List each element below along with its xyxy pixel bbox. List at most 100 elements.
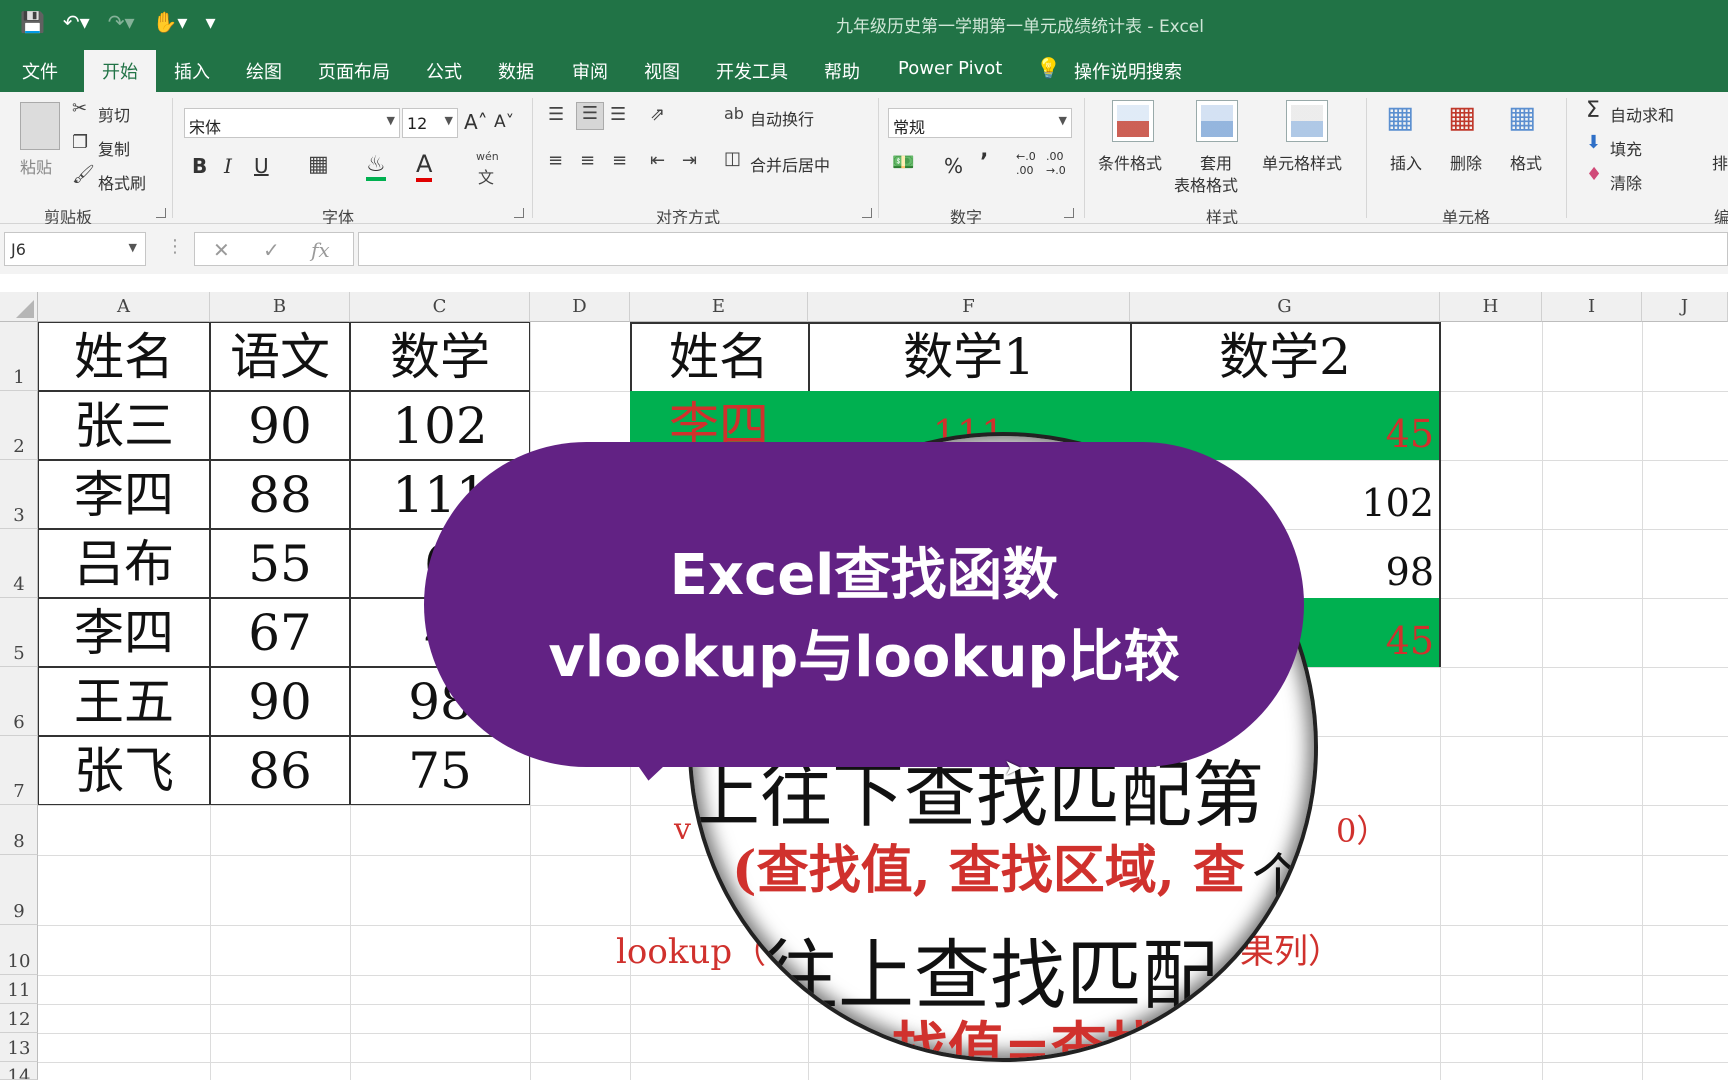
fill-color-icon[interactable]: ♨ xyxy=(366,152,386,181)
delete-cells-button[interactable]: 删除 xyxy=(1450,150,1482,174)
column-header-b[interactable]: B xyxy=(210,292,350,322)
font-color-button[interactable]: A xyxy=(416,150,433,182)
tab-data[interactable]: 数据 xyxy=(498,58,534,84)
insert-cells-button[interactable]: 插入 xyxy=(1390,150,1422,174)
fill-button[interactable]: 填充 xyxy=(1610,136,1642,160)
more-options-icon[interactable]: ⋮ xyxy=(166,236,184,257)
select-all-button[interactable] xyxy=(0,292,38,322)
percent-button[interactable]: % xyxy=(944,154,963,178)
currency-icon[interactable]: 💵 xyxy=(892,152,914,173)
number-format-select[interactable]: 常规 ▼ xyxy=(888,108,1072,138)
name-box[interactable]: J6 ▼ xyxy=(4,232,146,266)
enter-icon[interactable]: ✓ xyxy=(263,238,280,262)
column-header-a[interactable]: A xyxy=(38,292,210,322)
align-top-icon[interactable]: ☰ xyxy=(548,104,564,125)
format-as-table-label-top[interactable]: 套用 xyxy=(1200,150,1232,174)
row-header[interactable]: 11 xyxy=(0,975,38,1004)
row-header[interactable]: 3 xyxy=(0,460,38,529)
cell-f1[interactable]: 数学1 xyxy=(808,322,1130,391)
italic-button[interactable]: I xyxy=(224,154,232,178)
column-header-h[interactable]: H xyxy=(1440,292,1542,322)
column-header-f[interactable]: F xyxy=(808,292,1130,322)
align-right-icon[interactable]: ≡ xyxy=(612,150,627,171)
underline-button[interactable]: U xyxy=(254,154,269,178)
cell-g1[interactable]: 数学2 xyxy=(1130,322,1440,391)
row-header[interactable]: 5 xyxy=(0,598,38,667)
cell-styles-button[interactable]: 单元格样式 xyxy=(1262,150,1342,174)
tab-review[interactable]: 审阅 xyxy=(572,58,608,84)
tab-formulas[interactable]: 公式 xyxy=(426,58,462,84)
row-header[interactable]: 2 xyxy=(0,391,38,460)
row-header[interactable]: 8 xyxy=(0,805,38,855)
shrink-font-button[interactable]: A˅ xyxy=(494,112,514,132)
wrap-text-button[interactable]: 自动换行 xyxy=(750,106,814,130)
align-left-icon[interactable]: ≡ xyxy=(548,150,563,171)
alignment-launcher[interactable] xyxy=(862,208,872,218)
orientation-icon[interactable]: ⇗ xyxy=(650,104,665,125)
borders-icon[interactable]: ▦ xyxy=(308,152,329,177)
decrease-decimal-bottom[interactable]: →.0 xyxy=(1046,164,1066,177)
row-number: 3 xyxy=(13,505,25,526)
align-bottom-icon[interactable]: ☰ xyxy=(610,104,626,125)
phonetic-guide-button[interactable]: 文 xyxy=(478,164,494,188)
tab-draw[interactable]: 绘图 xyxy=(246,58,282,84)
font-name-select[interactable]: 宋体 ▼ xyxy=(184,108,400,138)
font-launcher[interactable] xyxy=(514,208,524,218)
conditional-formatting-button[interactable]: 条件格式 xyxy=(1098,150,1162,174)
copy-button[interactable]: 复制 xyxy=(98,136,130,160)
increase-indent-icon[interactable]: ⇥ xyxy=(682,150,697,171)
column-header-d[interactable]: D xyxy=(530,292,630,322)
formula-input[interactable] xyxy=(358,232,1728,266)
format-as-table-button[interactable]: 表格格式 xyxy=(1174,172,1238,196)
format-cells-button[interactable]: 格式 xyxy=(1510,150,1542,174)
merge-center-button[interactable]: 合并后居中 xyxy=(750,152,830,176)
sort-filter-button[interactable]: 排 xyxy=(1712,150,1728,174)
paste-icon[interactable] xyxy=(20,102,60,150)
grow-font-button[interactable]: A˄ xyxy=(464,110,488,134)
column-header-j[interactable]: J xyxy=(1642,292,1728,322)
row-header[interactable]: 12 xyxy=(0,1004,38,1033)
row-number: 5 xyxy=(13,643,25,664)
clipboard-launcher[interactable] xyxy=(156,208,166,218)
tab-developer[interactable]: 开发工具 xyxy=(716,58,788,84)
bold-button[interactable]: B xyxy=(192,154,207,178)
row-header[interactable]: 13 xyxy=(0,1033,38,1062)
row-header[interactable]: 6 xyxy=(0,667,38,736)
tab-power-pivot[interactable]: Power Pivot xyxy=(898,58,1002,79)
paste-button[interactable]: 粘贴 xyxy=(20,154,52,178)
cell-e1[interactable]: 姓名 xyxy=(630,322,808,391)
tell-me-search[interactable]: 操作说明搜索 xyxy=(1074,58,1182,84)
tab-file[interactable]: 文件 xyxy=(22,58,58,84)
row-header[interactable]: 4 xyxy=(0,529,38,598)
row-header[interactable]: 10 xyxy=(0,925,38,975)
increase-decimal-top[interactable]: ←.0 xyxy=(1016,150,1036,163)
row-header[interactable]: 1 xyxy=(0,322,38,391)
comma-style-button[interactable]: ’ xyxy=(980,150,988,175)
decrease-decimal-top[interactable]: .00 xyxy=(1046,150,1064,163)
align-center-icon[interactable]: ≡ xyxy=(580,150,595,171)
font-size-select[interactable]: 12 ▼ xyxy=(402,108,458,138)
align-middle-icon[interactable]: ☰ xyxy=(576,102,604,130)
format-painter-button[interactable]: 格式刷 xyxy=(98,170,146,194)
column-header-g[interactable]: G xyxy=(1130,292,1440,322)
cancel-icon[interactable]: ✕ xyxy=(213,238,230,262)
increase-decimal-bottom[interactable]: .00 xyxy=(1016,164,1034,177)
row-header[interactable]: 7 xyxy=(0,736,38,805)
column-header-i[interactable]: I xyxy=(1542,292,1642,322)
phonetic-guide-top[interactable]: wén xyxy=(476,150,499,163)
number-launcher[interactable] xyxy=(1064,208,1074,218)
insert-function-icon[interactable]: fx xyxy=(311,238,330,262)
cut-button[interactable]: 剪切 xyxy=(98,102,130,126)
column-header-c[interactable]: C xyxy=(350,292,530,322)
column-header-e[interactable]: E xyxy=(630,292,808,322)
autosum-button[interactable]: 自动求和 xyxy=(1610,102,1674,126)
clear-button[interactable]: 清除 xyxy=(1610,170,1642,194)
row-header[interactable]: 9 xyxy=(0,855,38,925)
row-header[interactable]: 14 xyxy=(0,1062,38,1080)
tab-help[interactable]: 帮助 xyxy=(824,58,860,84)
tab-page-layout[interactable]: 页面布局 xyxy=(318,58,390,84)
tab-insert[interactable]: 插入 xyxy=(174,58,210,84)
decrease-indent-icon[interactable]: ⇤ xyxy=(650,150,665,171)
tab-home[interactable]: 开始 xyxy=(84,50,156,92)
tab-view[interactable]: 视图 xyxy=(644,58,680,84)
